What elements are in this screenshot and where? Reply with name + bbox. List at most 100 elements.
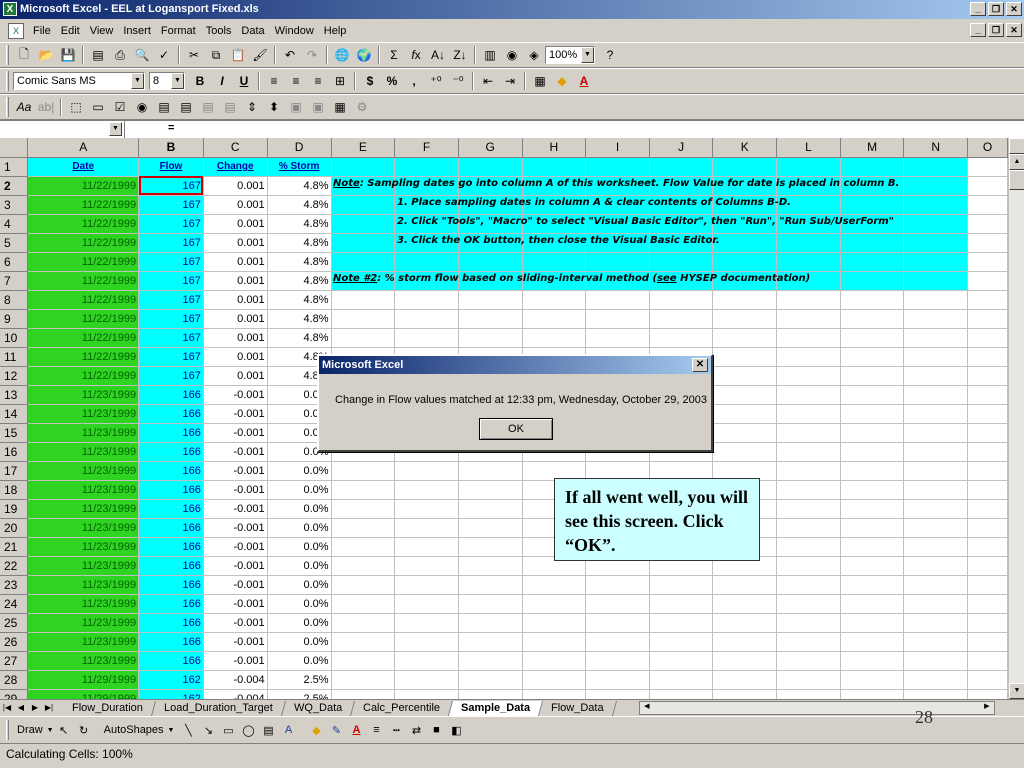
cell[interactable] (776, 366, 841, 386)
scroll-split-handle[interactable] (1009, 138, 1024, 154)
oval-icon[interactable]: ◯ (238, 724, 258, 737)
storm-cell[interactable]: 4.8% (267, 309, 332, 329)
cell[interactable] (585, 575, 650, 595)
align-right-icon[interactable]: ≡ (307, 71, 329, 91)
cell[interactable] (331, 290, 396, 310)
cell[interactable] (776, 613, 841, 633)
web-toolbar-icon[interactable]: 🌍 (353, 45, 375, 65)
cell[interactable] (331, 309, 396, 329)
flow-cell[interactable]: 166 (138, 442, 204, 462)
doc-restore-button[interactable]: ❐ (988, 23, 1004, 37)
row-header[interactable]: 17 (0, 461, 29, 481)
cell[interactable] (903, 499, 969, 519)
cell[interactable] (967, 385, 1008, 405)
cell[interactable] (522, 290, 587, 310)
date-cell[interactable]: 11/22/1999 (27, 214, 140, 234)
cell[interactable] (522, 575, 587, 595)
cell[interactable] (840, 347, 905, 367)
cell[interactable] (967, 328, 1008, 348)
cell[interactable] (840, 518, 905, 538)
cell[interactable] (458, 309, 523, 329)
sort-ascending-icon[interactable]: A↓ (427, 45, 449, 65)
cell[interactable] (522, 689, 587, 699)
drawing-icon[interactable]: ◈ (523, 45, 545, 65)
cell[interactable] (394, 575, 459, 595)
cell[interactable] (840, 442, 905, 462)
flow-cell[interactable]: 166 (138, 423, 204, 443)
column-header[interactable]: D (267, 138, 332, 158)
bold-button[interactable]: B (189, 71, 211, 91)
column-header[interactable]: O (967, 138, 1008, 158)
autoshapes-menu[interactable]: AutoShapes (100, 724, 168, 736)
flow-cell[interactable]: 166 (138, 499, 204, 519)
cell[interactable] (967, 347, 1008, 367)
cell[interactable] (585, 290, 650, 310)
cell[interactable] (903, 480, 969, 500)
storm-cell[interactable]: 4.8% (267, 176, 332, 196)
cell[interactable] (903, 385, 969, 405)
text-box-icon[interactable]: ▤ (258, 724, 278, 737)
date-cell[interactable]: 11/23/1999 (27, 632, 140, 652)
cell[interactable] (903, 366, 969, 386)
open-icon[interactable]: 📂 (35, 45, 57, 65)
copy-icon[interactable]: ⧉ (205, 45, 227, 65)
flow-cell[interactable]: 167 (138, 271, 204, 291)
column-header[interactable]: N (903, 138, 969, 158)
date-cell[interactable]: 11/22/1999 (27, 328, 140, 348)
cell[interactable] (840, 404, 905, 424)
cell[interactable] (712, 613, 778, 633)
storm-cell[interactable]: 0.0% (267, 632, 332, 652)
row-header[interactable]: 15 (0, 423, 29, 443)
date-cell[interactable]: 11/23/1999 (27, 480, 140, 500)
row-header[interactable]: 27 (0, 651, 29, 671)
cell[interactable] (776, 290, 841, 310)
tab-sample-data[interactable]: Sample_Data (449, 700, 544, 716)
cell[interactable] (840, 632, 905, 652)
flow-cell[interactable]: 166 (138, 556, 204, 576)
menu-edit[interactable]: Edit (56, 25, 85, 37)
date-cell[interactable]: 11/29/1999 (27, 689, 140, 699)
cell[interactable] (903, 347, 969, 367)
flow-cell[interactable]: 166 (138, 632, 204, 652)
change-cell[interactable]: 0.001 (203, 176, 268, 196)
column-header[interactable]: K (712, 138, 778, 158)
cell[interactable] (776, 328, 841, 348)
combo-dropdown-icon[interactable]: ▤ (219, 97, 241, 117)
minimize-button[interactable]: _ (970, 2, 986, 16)
change-cell[interactable]: -0.004 (203, 689, 268, 699)
cell[interactable] (649, 290, 714, 310)
cell[interactable] (585, 328, 650, 348)
cell[interactable] (649, 328, 714, 348)
cell[interactable] (776, 537, 841, 557)
column-header[interactable]: G (458, 138, 523, 158)
cell[interactable] (903, 423, 969, 443)
row-header[interactable]: 10 (0, 328, 29, 348)
date-cell[interactable]: 11/23/1999 (27, 518, 140, 538)
cell[interactable] (649, 309, 714, 329)
undo-icon[interactable]: ↶ (279, 45, 301, 65)
cell[interactable] (967, 214, 1008, 234)
cell[interactable] (712, 423, 778, 443)
cell[interactable] (967, 518, 1008, 538)
edit-box-icon[interactable]: ab| (35, 97, 57, 117)
group-box-icon[interactable]: ⬚ (65, 97, 87, 117)
currency-button[interactable]: $ (359, 71, 381, 91)
cell[interactable] (585, 670, 650, 690)
cell[interactable] (331, 556, 396, 576)
cell[interactable] (331, 537, 396, 557)
change-cell[interactable]: 0.001 (203, 290, 268, 310)
cell[interactable] (903, 594, 969, 614)
next-sheet-icon[interactable]: ▶ (28, 701, 42, 715)
cell[interactable] (776, 423, 841, 443)
cell[interactable] (903, 689, 969, 699)
cell[interactable] (712, 385, 778, 405)
flow-cell[interactable]: 166 (138, 404, 204, 424)
change-cell[interactable]: -0.001 (203, 499, 268, 519)
date-cell[interactable]: 11/23/1999 (27, 499, 140, 519)
row-header[interactable]: 14 (0, 404, 29, 424)
storm-cell[interactable]: 0.0% (267, 594, 332, 614)
cell[interactable] (903, 214, 969, 234)
cell[interactable] (776, 632, 841, 652)
cell[interactable] (331, 575, 396, 595)
cell[interactable] (712, 328, 778, 348)
